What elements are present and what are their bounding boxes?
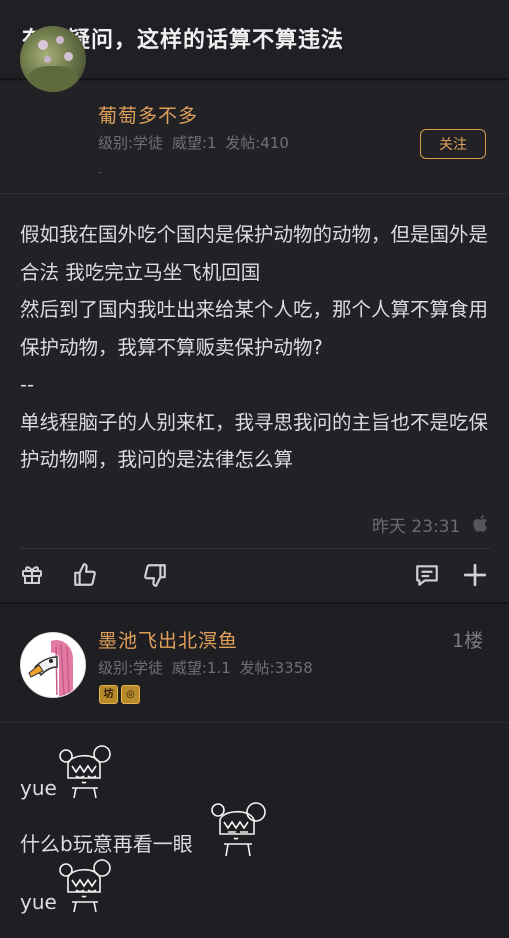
chibi-sticker-icon [56, 742, 114, 804]
reply-text-line: yue [20, 776, 57, 800]
reply-text-line: 什么b玩意再看一眼 [20, 832, 193, 856]
avatar[interactable] [20, 26, 86, 92]
reply-divider [0, 722, 509, 723]
post-body-line: 假如我在国外吃个国内是保护动物的动物，但是国外是合法 我吃完立马坐飞机回国 [20, 223, 489, 284]
reply-author-name[interactable]: 墨池飞出北溟鱼 [98, 626, 238, 653]
post-timestamp: 昨天 23:31 [372, 517, 461, 537]
author-signature: - [98, 165, 103, 179]
thumbs-up-icon[interactable] [72, 562, 98, 592]
apple-icon [472, 514, 488, 537]
post-author-meta: 级别:学徒 威望:1 发帖:410 [98, 132, 293, 153]
author-post-count: 发帖:410 [225, 134, 289, 152]
author-post-count: 发帖:3358 [239, 659, 313, 677]
floor-number: 1楼 [452, 630, 484, 652]
author-level: 级别:学徒 [98, 659, 164, 677]
post-body: 假如我在国外吃个国内是保护动物的动物，但是国外是合法 我吃完立马坐飞机回国 然后… [20, 216, 490, 479]
chibi-sticker-icon [206, 798, 268, 862]
author-prestige: 威望:1 [171, 134, 217, 152]
author-prestige: 威望:1.1 [171, 659, 231, 677]
reply-text-line: yue [20, 890, 57, 914]
medal-badge[interactable]: ◎ [121, 685, 140, 704]
author-level: 级别:学徒 [98, 134, 164, 152]
chibi-sticker-icon [56, 856, 114, 918]
medal-badge[interactable]: 坊 [99, 685, 118, 704]
avatar[interactable] [20, 632, 86, 698]
comment-icon[interactable] [414, 562, 440, 592]
follow-button[interactable]: 关注 [420, 129, 486, 159]
post-body-line: -- [20, 373, 35, 396]
post-author-name[interactable]: 葡萄多不多 [98, 101, 198, 128]
gift-icon[interactable] [20, 562, 44, 590]
post-body-line: 然后到了国内我吐出来给某个人吃，那个人算不算食用保护动物，我算不算贩卖保护动物? [20, 298, 489, 359]
post-divider [20, 548, 490, 549]
thumbs-down-icon[interactable] [142, 562, 168, 592]
plus-icon[interactable] [462, 562, 488, 592]
reply-author-meta: 级别:学徒 威望:1.1 发帖:3358 [98, 657, 317, 678]
post-body-line: 单线程脑子的人别来杠，我寻思我问的主旨也不是吃保护动物啊，我问的是法律怎么算 [20, 410, 489, 472]
